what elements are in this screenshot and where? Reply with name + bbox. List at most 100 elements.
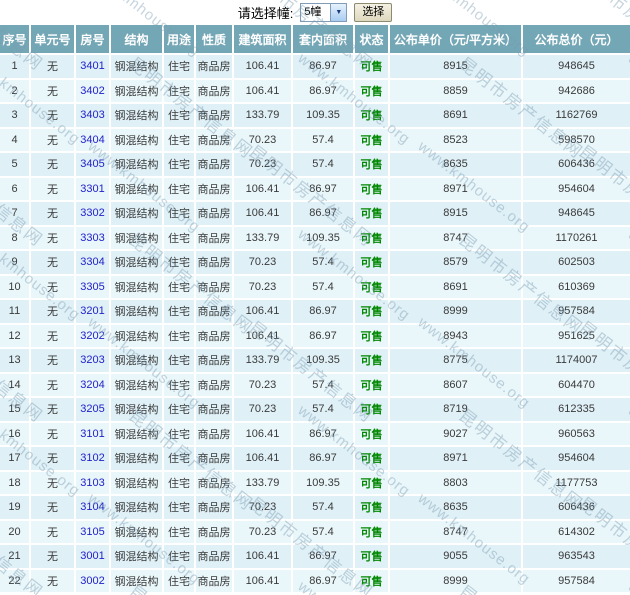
cell-room[interactable]: 3105 bbox=[75, 519, 111, 545]
cell-nature: 商品房 bbox=[195, 323, 234, 349]
building-select[interactable]: 5幢 ▼ bbox=[300, 3, 348, 22]
cell-nature: 商品房 bbox=[195, 299, 234, 325]
cell-index: 1 bbox=[0, 54, 31, 80]
cell-nature: 商品房 bbox=[195, 348, 234, 374]
room-link[interactable]: 3202 bbox=[80, 330, 104, 342]
cell-room[interactable]: 3403 bbox=[75, 103, 111, 129]
cell-room[interactable]: 3104 bbox=[75, 495, 111, 521]
status-badge: 可售 bbox=[354, 519, 390, 545]
cell-build-area: 70.23 bbox=[233, 250, 293, 276]
cell-structure: 钢混结构 bbox=[110, 250, 164, 276]
cell-room[interactable]: 3305 bbox=[75, 274, 111, 300]
cell-room[interactable]: 3205 bbox=[75, 397, 111, 423]
cell-nature: 商品房 bbox=[195, 544, 234, 570]
room-link[interactable]: 3103 bbox=[80, 477, 104, 489]
cell-unit-price: 8915 bbox=[389, 201, 523, 227]
cell-room[interactable]: 3404 bbox=[75, 127, 111, 153]
cell-build-area: 106.41 bbox=[233, 544, 293, 570]
select-button[interactable]: 选择 bbox=[354, 3, 393, 22]
cell-index: 11 bbox=[0, 299, 31, 325]
cell-room[interactable]: 3002 bbox=[75, 568, 111, 594]
table-row: 9 无 3304 钢混结构 住宅 商品房 70.23 57.4 可售 8579 602503 bbox=[0, 250, 630, 276]
room-link[interactable]: 3105 bbox=[80, 526, 104, 538]
cell-room[interactable]: 3101 bbox=[75, 421, 111, 447]
cell-total-price: 1174007 bbox=[522, 348, 630, 374]
cell-index: 2 bbox=[0, 78, 31, 104]
cell-total-price: 606436 bbox=[522, 495, 630, 521]
cell-room[interactable]: 3304 bbox=[75, 250, 111, 276]
cell-inner-area: 57.4 bbox=[292, 274, 355, 300]
cell-total-price: 954604 bbox=[522, 446, 630, 472]
cell-room[interactable]: 3405 bbox=[75, 152, 111, 178]
cell-structure: 钢混结构 bbox=[110, 470, 164, 496]
cell-unit-price: 9055 bbox=[389, 544, 523, 570]
cell-room[interactable]: 3202 bbox=[75, 323, 111, 349]
cell-nature: 商品房 bbox=[195, 397, 234, 423]
cell-index: 16 bbox=[0, 421, 31, 447]
room-link[interactable]: 3305 bbox=[80, 281, 104, 293]
cell-room[interactable]: 3401 bbox=[75, 54, 111, 80]
cell-inner-area: 57.4 bbox=[292, 519, 355, 545]
cell-build-area: 106.41 bbox=[233, 176, 293, 202]
status-badge: 可售 bbox=[354, 78, 390, 104]
cell-room[interactable]: 3402 bbox=[75, 78, 111, 104]
cell-total-price: 1162769 bbox=[522, 103, 630, 129]
cell-unit: 无 bbox=[30, 470, 76, 496]
header-status: 状态 bbox=[354, 25, 390, 55]
room-link[interactable]: 3401 bbox=[80, 60, 104, 72]
room-link[interactable]: 3302 bbox=[80, 207, 104, 219]
cell-room[interactable]: 3303 bbox=[75, 225, 111, 251]
cell-build-area: 133.79 bbox=[233, 103, 293, 129]
cell-room[interactable]: 3204 bbox=[75, 372, 111, 398]
cell-room[interactable]: 3102 bbox=[75, 446, 111, 472]
room-link[interactable]: 3402 bbox=[80, 85, 104, 97]
table-row: 10 无 3305 钢混结构 住宅 商品房 70.23 57.4 可售 8691 610369 bbox=[0, 274, 630, 300]
chevron-down-icon[interactable]: ▼ bbox=[330, 4, 347, 21]
cell-usage: 住宅 bbox=[163, 470, 196, 496]
cell-structure: 钢混结构 bbox=[110, 519, 164, 545]
cell-room[interactable]: 3103 bbox=[75, 470, 111, 496]
room-link[interactable]: 3204 bbox=[80, 379, 104, 391]
room-link[interactable]: 3203 bbox=[80, 354, 104, 366]
cell-structure: 钢混结构 bbox=[110, 299, 164, 325]
cell-usage: 住宅 bbox=[163, 348, 196, 374]
cell-unit-price: 8719 bbox=[389, 397, 523, 423]
cell-structure: 钢混结构 bbox=[110, 397, 164, 423]
cell-structure: 钢混结构 bbox=[110, 495, 164, 521]
room-link[interactable]: 3104 bbox=[80, 501, 104, 513]
room-link[interactable]: 3102 bbox=[80, 452, 104, 464]
room-link[interactable]: 3201 bbox=[80, 305, 104, 317]
room-link[interactable]: 3405 bbox=[80, 158, 104, 170]
status-badge: 可售 bbox=[354, 176, 390, 202]
cell-nature: 商品房 bbox=[195, 250, 234, 276]
room-link[interactable]: 3303 bbox=[80, 232, 104, 244]
cell-nature: 商品房 bbox=[195, 568, 234, 594]
room-link[interactable]: 3205 bbox=[80, 403, 104, 415]
room-link[interactable]: 3304 bbox=[80, 256, 104, 268]
cell-room[interactable]: 3302 bbox=[75, 201, 111, 227]
cell-unit: 无 bbox=[30, 78, 76, 104]
cell-unit: 无 bbox=[30, 152, 76, 178]
cell-structure: 钢混结构 bbox=[110, 348, 164, 374]
cell-room[interactable]: 3301 bbox=[75, 176, 111, 202]
cell-inner-area: 57.4 bbox=[292, 495, 355, 521]
cell-room[interactable]: 3203 bbox=[75, 348, 111, 374]
cell-unit-price: 8523 bbox=[389, 127, 523, 153]
cell-usage: 住宅 bbox=[163, 176, 196, 202]
room-link[interactable]: 3101 bbox=[80, 428, 104, 440]
cell-unit-price: 8999 bbox=[389, 568, 523, 594]
cell-unit: 无 bbox=[30, 176, 76, 202]
status-badge: 可售 bbox=[354, 544, 390, 570]
building-select-value[interactable]: 5幢 bbox=[301, 4, 330, 21]
room-link[interactable]: 3403 bbox=[80, 109, 104, 121]
room-link[interactable]: 3301 bbox=[80, 183, 104, 195]
cell-room[interactable]: 3001 bbox=[75, 544, 111, 570]
table-row: 15 无 3205 钢混结构 住宅 商品房 70.23 57.4 可售 8719 612335 bbox=[0, 397, 630, 423]
cell-room[interactable]: 3201 bbox=[75, 299, 111, 325]
room-link[interactable]: 3002 bbox=[80, 575, 104, 587]
room-link[interactable]: 3001 bbox=[80, 550, 104, 562]
room-link[interactable]: 3404 bbox=[80, 134, 104, 146]
cell-unit-price: 8803 bbox=[389, 470, 523, 496]
table-row: 13 无 3203 钢混结构 住宅 商品房 133.79 109.35 可售 8775 117400… bbox=[0, 348, 630, 374]
cell-index: 17 bbox=[0, 446, 31, 472]
